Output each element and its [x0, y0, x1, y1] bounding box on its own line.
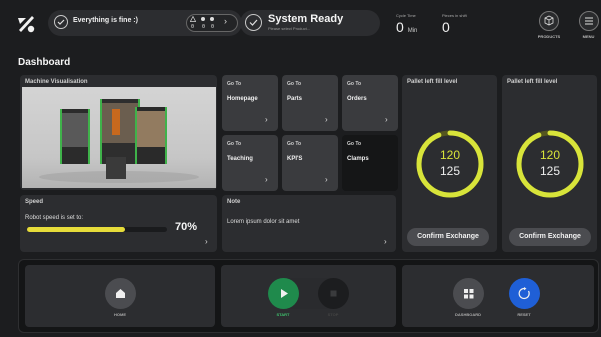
- check-circle-icon: [54, 15, 68, 29]
- reset-button[interactable]: [509, 278, 540, 309]
- tile-orders[interactable]: Go To Orders ›: [342, 75, 398, 131]
- home-icon: [116, 289, 125, 298]
- pieces-value: 0: [442, 19, 450, 35]
- brand-logo-icon[interactable]: [14, 12, 38, 36]
- grid-icon: [464, 289, 474, 299]
- tile-homepage[interactable]: Go To Homepage ›: [222, 75, 278, 131]
- note-text: Lorem ipsum dolor sit amet: [227, 219, 300, 225]
- cycle-time-label: Cycle Time: [396, 13, 416, 18]
- dashboard-label: DASHBOARD: [455, 312, 481, 317]
- dashboard-button[interactable]: [453, 278, 484, 309]
- nav-section: [402, 265, 594, 327]
- system-subtitle: Please select Product...: [268, 26, 311, 31]
- machine-image: [22, 87, 216, 188]
- error-dot-icon: [210, 17, 214, 21]
- tile-parts[interactable]: Go To Parts ›: [282, 75, 338, 131]
- pieces-label: Pieces in shift: [442, 13, 467, 18]
- tile-orders-label: Orders: [347, 96, 367, 102]
- reset-label: RESET: [517, 312, 531, 317]
- menu-button[interactable]: [579, 11, 599, 31]
- start-button[interactable]: [268, 278, 299, 309]
- pallet-panel-1-title: Pallet left fill level: [407, 79, 458, 85]
- tile-goto-label: Go To: [227, 81, 242, 87]
- chevron-right-icon: ›: [265, 175, 268, 184]
- tile-teaching[interactable]: Go To Teaching ›: [222, 135, 278, 191]
- menu-label: MENU: [582, 34, 595, 39]
- tile-goto-label: Go To: [287, 81, 302, 87]
- check-circle-icon: [245, 14, 262, 31]
- confirm-exchange-button[interactable]: Confirm Exchange: [509, 228, 591, 246]
- page-title: Dashboard: [18, 57, 71, 68]
- home-label: HOME: [114, 312, 126, 317]
- tile-goto-label: Go To: [347, 141, 362, 147]
- pallet-panel-2-title: Pallet left fill level: [507, 79, 558, 85]
- refresh-icon: [518, 287, 530, 300]
- hamburger-menu-icon: [585, 17, 593, 25]
- status-text: Everything is fine :): [73, 17, 138, 24]
- machine-illustration: [39, 99, 199, 183]
- chevron-right-icon: ›: [205, 237, 208, 246]
- tile-teaching-label: Teaching: [227, 156, 253, 162]
- tile-kpis-label: KPI'S: [287, 156, 303, 162]
- tile-kpis[interactable]: Go To KPI'S ›: [282, 135, 338, 191]
- chevron-right-icon: ›: [385, 115, 388, 124]
- play-icon: [281, 289, 288, 298]
- tile-parts-label: Parts: [287, 96, 303, 102]
- cycle-time-value: 0 Min: [396, 19, 418, 35]
- speed-title: Speed: [25, 199, 44, 205]
- pallet-2-value-top: 120: [539, 148, 561, 162]
- home-button[interactable]: [105, 278, 136, 309]
- chevron-right-icon[interactable]: ›: [224, 16, 227, 26]
- pallet-1-value-bottom: 125: [439, 164, 461, 178]
- tile-clamps[interactable]: Go To Clamps: [342, 135, 398, 191]
- cycle-time-unit: Min: [407, 28, 418, 34]
- info-dot-icon: [201, 17, 205, 21]
- note-title: Note: [227, 199, 241, 205]
- box-icon: [544, 15, 554, 26]
- warning-triangle-icon: [190, 16, 196, 22]
- pallet-2-value-bottom: 125: [539, 164, 561, 178]
- products-label: PRODUCTS: [537, 34, 561, 39]
- tile-clamps-label: Clamps: [347, 156, 369, 162]
- tile-goto-label: Go To: [347, 81, 362, 87]
- speed-value: 70%: [175, 221, 198, 233]
- chevron-right-icon: ›: [384, 237, 387, 246]
- counter-info-value: 0: [201, 24, 205, 30]
- stop-icon: [330, 290, 337, 297]
- speed-caption: Robot speed is set to:: [25, 215, 84, 221]
- chevron-right-icon: ›: [325, 115, 328, 124]
- stop-label: STOP: [327, 312, 339, 317]
- stop-button[interactable]: [318, 278, 349, 309]
- counter-error-value: 0: [210, 24, 214, 30]
- start-label: START: [276, 312, 290, 317]
- tile-goto-label: Go To: [227, 141, 242, 147]
- pallet-1-value-top: 120: [439, 148, 461, 162]
- products-button[interactable]: [539, 11, 559, 31]
- system-title: System Ready: [268, 13, 344, 25]
- confirm-exchange-button[interactable]: Confirm Exchange: [407, 228, 489, 246]
- chevron-right-icon: ›: [325, 175, 328, 184]
- chevron-right-icon: ›: [265, 115, 268, 124]
- machine-panel-title: Machine Visualisation: [25, 79, 88, 85]
- speed-bar-fill: [27, 227, 125, 232]
- counter-warning-value: 0: [190, 24, 194, 30]
- tile-goto-label: Go To: [287, 141, 302, 147]
- tile-homepage-label: Homepage: [227, 96, 258, 102]
